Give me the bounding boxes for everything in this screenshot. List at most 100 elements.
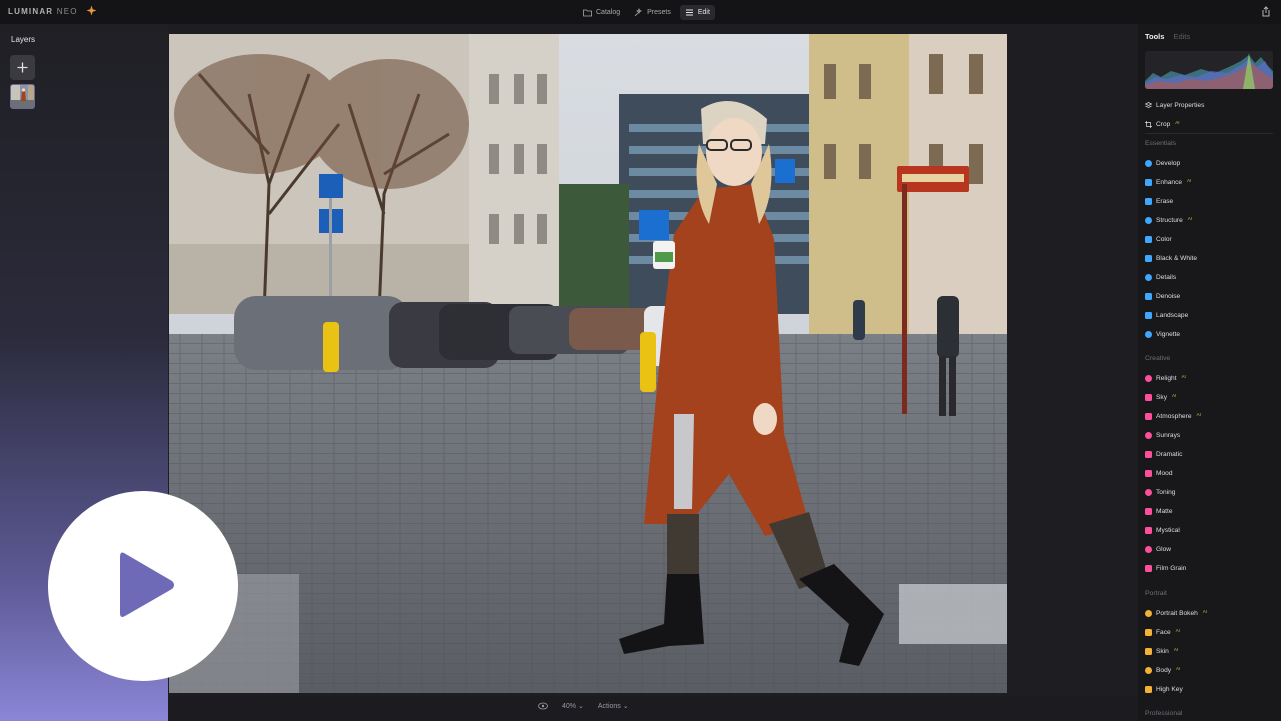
crop-item[interactable]: Crop AI xyxy=(1145,118,1180,130)
tool-item-vignette[interactable]: Vignette xyxy=(1145,328,1180,340)
tool-label: Matte xyxy=(1156,507,1173,515)
structure-icon xyxy=(1145,216,1152,224)
ai-badge: AI xyxy=(1172,392,1177,398)
tool-label: Toning xyxy=(1156,488,1176,496)
tool-item-erase[interactable]: Erase xyxy=(1145,195,1173,207)
tool-item-dramatic[interactable]: Dramatic xyxy=(1145,448,1182,460)
tool-label: Develop xyxy=(1156,159,1181,167)
sliders-icon xyxy=(685,9,693,16)
tool-item-enhance[interactable]: Enhance AI xyxy=(1145,176,1191,188)
tool-item-portrait-bokeh[interactable]: Portrait Bokeh AI xyxy=(1145,607,1207,619)
tool-item-mood[interactable]: Mood xyxy=(1145,467,1173,479)
tool-item-landscape[interactable]: Landscape xyxy=(1145,309,1188,321)
tool-item-glow[interactable]: Glow xyxy=(1145,543,1171,555)
tool-label: Sunrays xyxy=(1156,431,1181,439)
tool-item-develop[interactable]: Develop xyxy=(1145,157,1180,169)
eye-icon[interactable] xyxy=(538,702,548,710)
crop-label: Crop xyxy=(1156,120,1171,128)
vignette-icon xyxy=(1145,330,1152,338)
tool-item-sky[interactable]: Sky AI xyxy=(1145,391,1176,403)
street-photo xyxy=(169,34,1007,693)
layer-thumbnail-image xyxy=(11,85,34,108)
tool-label: Denoise xyxy=(1156,292,1181,300)
tool-label: Black & White xyxy=(1156,254,1198,262)
tool-item-body[interactable]: Body AI xyxy=(1145,664,1180,676)
tool-item-toning[interactable]: Toning xyxy=(1145,486,1175,498)
layer-thumbnail[interactable] xyxy=(10,84,35,109)
tool-label: High Key xyxy=(1156,685,1183,693)
tool-label: Dramatic xyxy=(1156,450,1183,458)
nav-edit[interactable]: Edit xyxy=(679,5,715,20)
tool-label: Mood xyxy=(1156,469,1173,477)
tool-item-high-key[interactable]: High Key xyxy=(1145,683,1183,695)
tool-item-face[interactable]: Face AI xyxy=(1145,626,1180,638)
mystical-icon xyxy=(1145,526,1152,534)
actions-label: Actions xyxy=(597,703,621,710)
layers-title: Layers xyxy=(11,35,36,44)
histogram xyxy=(1145,51,1273,89)
tab-edits[interactable]: Edits xyxy=(1173,32,1190,41)
app-logo: LUMINAR NEO xyxy=(8,7,78,16)
actions-dropdown[interactable]: Actions ⌄ xyxy=(598,702,629,710)
tool-item-film-grain[interactable]: Film Grain xyxy=(1145,562,1186,574)
tool-item-matte[interactable]: Matte xyxy=(1145,505,1173,517)
high-key-icon xyxy=(1145,685,1152,693)
tool-label: Portrait Bokeh xyxy=(1156,609,1198,617)
mood-icon xyxy=(1145,469,1152,477)
bottom-controls: 40% ⌄ Actions ⌄ xyxy=(538,702,629,710)
ai-badge: AI xyxy=(1176,665,1181,671)
skin-icon xyxy=(1145,647,1152,655)
nav-presets[interactable]: Presets xyxy=(629,5,676,20)
folder-icon xyxy=(583,9,592,17)
nav-catalog[interactable]: Catalog xyxy=(578,5,625,20)
tool-label: Relight xyxy=(1156,374,1177,382)
chevron-down-icon: ⌄ xyxy=(622,703,629,710)
layer-properties-label: Layer Properties xyxy=(1156,101,1205,109)
ai-badge: AI xyxy=(1202,608,1208,614)
section-portrait: Portrait xyxy=(1145,590,1167,597)
nav-edit-label: Edit xyxy=(697,9,710,16)
tool-item-denoise[interactable]: Denoise xyxy=(1145,290,1180,302)
tool-item-skin[interactable]: Skin AI xyxy=(1145,645,1178,657)
play-button[interactable] xyxy=(48,491,238,681)
crop-icon xyxy=(1145,120,1152,128)
glow-icon xyxy=(1145,545,1152,553)
photo-canvas[interactable] xyxy=(169,34,1007,693)
tool-item-mystical[interactable]: Mystical xyxy=(1145,524,1180,536)
relight-icon xyxy=(1145,374,1152,382)
tool-item-color[interactable]: Color xyxy=(1145,233,1172,245)
tool-item-details[interactable]: Details xyxy=(1145,271,1176,283)
zoom-dropdown[interactable]: 40% ⌄ xyxy=(562,702,584,710)
tool-item-relight[interactable]: Relight AI xyxy=(1145,372,1186,384)
tool-label: Skin xyxy=(1156,647,1169,655)
layers-icon xyxy=(1145,101,1152,108)
add-layer-button[interactable] xyxy=(10,55,35,80)
layer-properties-item[interactable]: Layer Properties xyxy=(1145,99,1204,111)
tool-item-sunrays[interactable]: Sunrays xyxy=(1145,429,1180,441)
ai-badge: AI xyxy=(1175,119,1180,125)
plus-icon xyxy=(17,62,28,73)
sky-icon xyxy=(1145,393,1152,401)
tool-label: Glow xyxy=(1156,545,1172,553)
nav-presets-label: Presets xyxy=(647,9,671,16)
tab-tools[interactable]: Tools xyxy=(1145,32,1164,41)
tool-item-black-white[interactable]: Black & White xyxy=(1145,252,1197,264)
ai-badge: AI xyxy=(1175,627,1180,633)
tool-item-atmosphere[interactable]: Atmosphere AI xyxy=(1145,410,1201,422)
top-nav: Catalog Presets Edit xyxy=(578,5,715,20)
tool-item-structure[interactable]: Structure AI xyxy=(1145,214,1192,226)
ai-badge: AI xyxy=(1187,215,1193,221)
ai-badge: AI xyxy=(1196,411,1201,417)
enhance-icon xyxy=(1145,178,1152,186)
matte-icon xyxy=(1145,507,1152,515)
chevron-down-icon: ⌄ xyxy=(577,703,584,710)
top-bar: LUMINAR NEO Catalog Presets Edit xyxy=(0,0,1281,24)
toning-icon xyxy=(1145,488,1152,496)
face-icon xyxy=(1145,628,1152,636)
color-icon xyxy=(1145,235,1152,243)
share-icon[interactable] xyxy=(1261,6,1271,17)
presets-icon xyxy=(634,8,643,17)
tool-label: Details xyxy=(1156,273,1177,281)
dramatic-icon xyxy=(1145,450,1152,458)
section-professional: Professional xyxy=(1145,710,1183,717)
